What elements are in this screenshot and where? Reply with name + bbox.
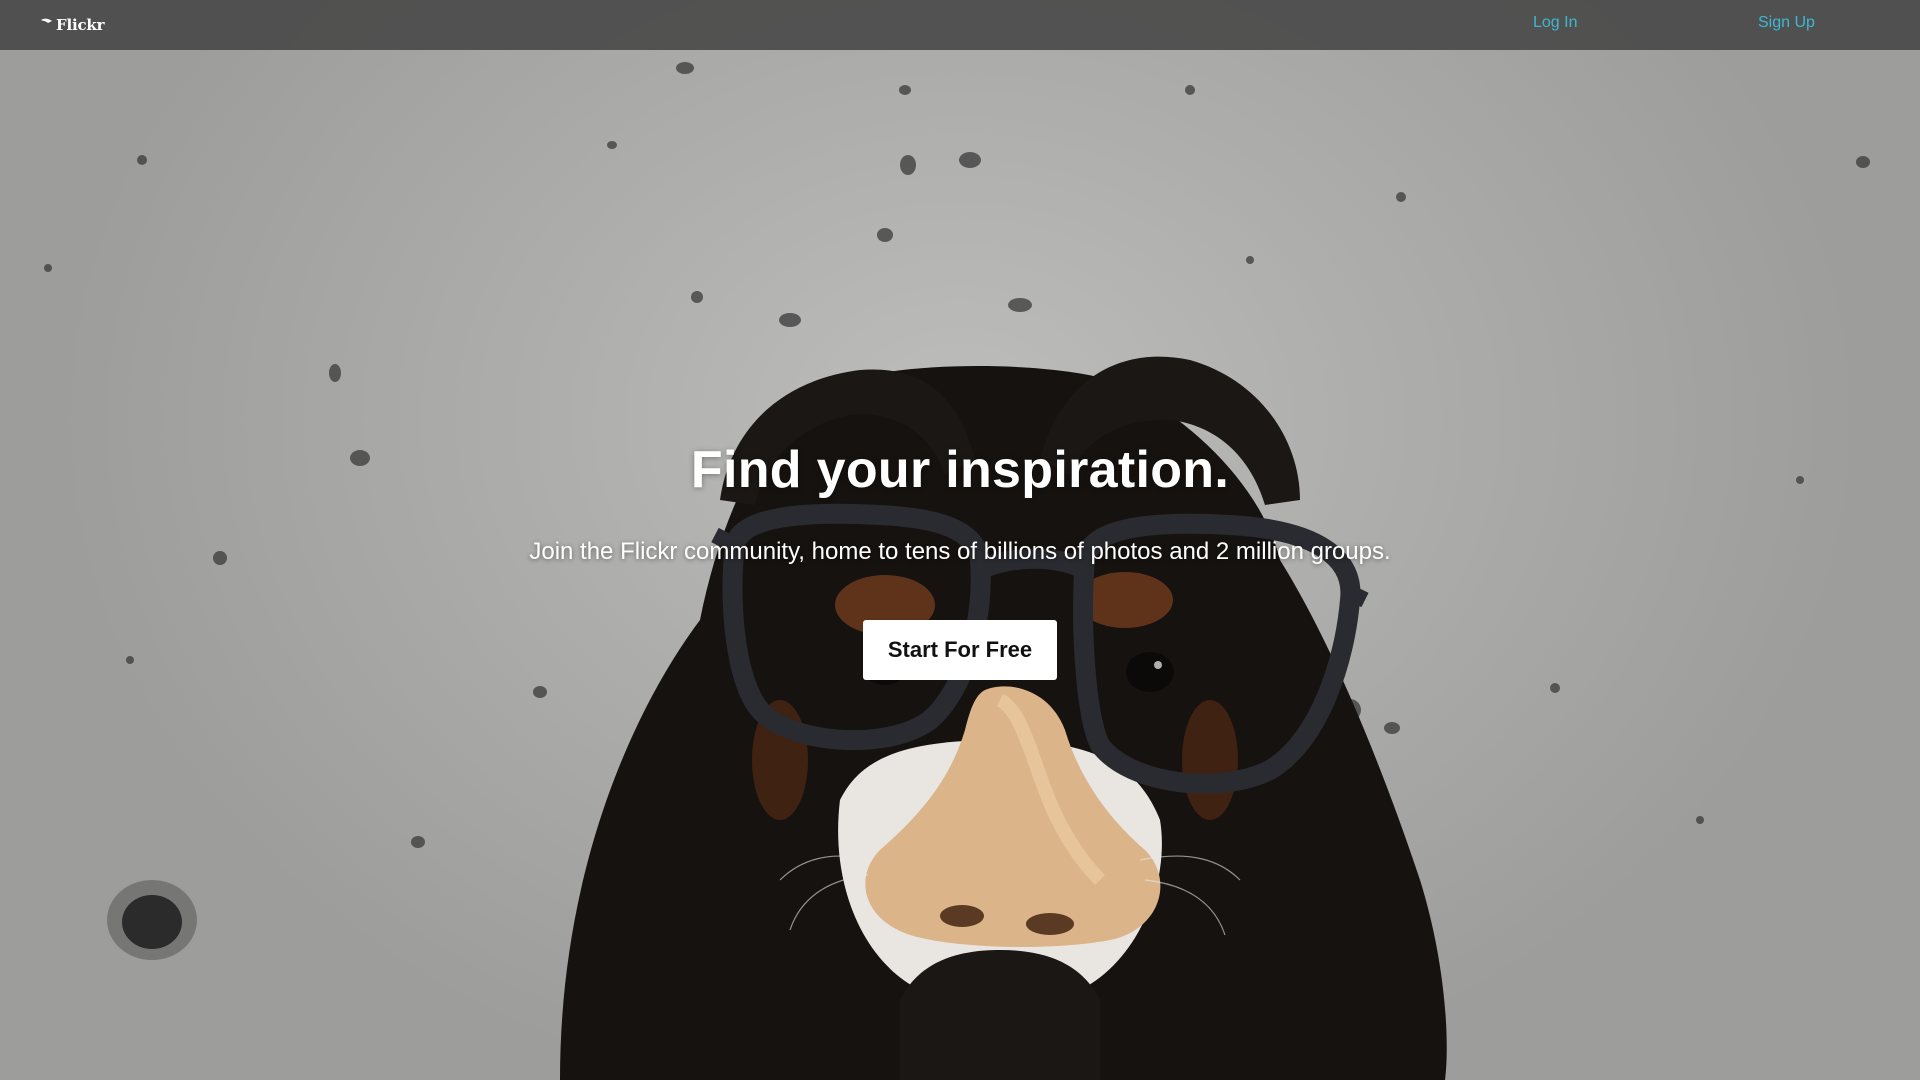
start-for-free-button[interactable]: Start For Free <box>863 620 1057 680</box>
flickr-logo-icon <box>40 15 54 27</box>
hero-title: Find your inspiration. <box>690 441 1230 499</box>
hero-subtitle: Join the Flickr community, home to tens … <box>529 538 1391 565</box>
signup-link[interactable]: Sign Up <box>1758 14 1815 32</box>
page: Flickr Log In Sign Up Find your inspirat… <box>0 0 1920 1080</box>
top-navigation-bar: Flickr Log In Sign Up <box>0 0 1920 50</box>
logo-text: Flickr <box>56 16 105 34</box>
flickr-logo[interactable]: Flickr <box>40 15 104 35</box>
login-link[interactable]: Log In <box>1533 14 1577 32</box>
